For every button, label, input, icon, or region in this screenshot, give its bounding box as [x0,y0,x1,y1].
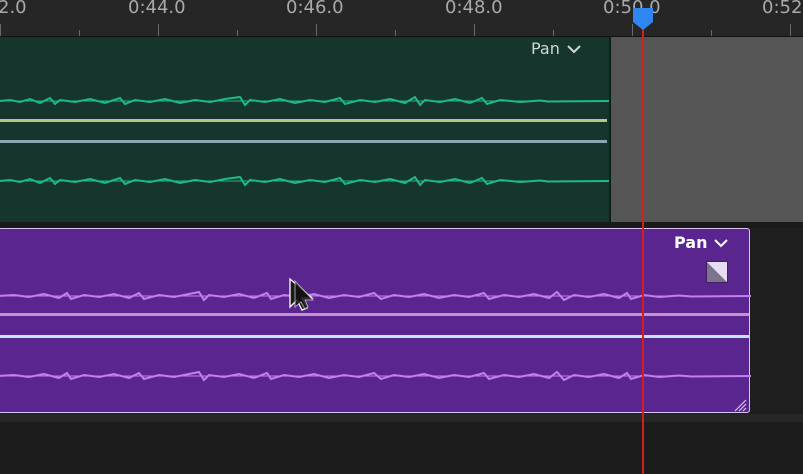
waveform-channel-right [0,175,609,187]
ruler-label-2: 0:44.0 [128,0,186,18]
audio-clip-top[interactable]: Pan [0,37,611,222]
timeline-ruler[interactable]: 2.0 0:44.0 0:46.0 0:48.0 0:50.0 0:52 [0,0,803,37]
audio-clip-bottom[interactable]: Pan [0,228,751,413]
chevron-down-icon [714,238,729,247]
empty-track-region[interactable] [611,37,803,222]
waveform-channel-right [0,370,751,382]
chevron-down-icon [567,44,581,53]
pan-dropdown-top[interactable]: Pan [531,39,582,58]
pan-label: Pan [531,39,560,58]
volume-envelope-line[interactable] [0,313,749,316]
ruler-tick [316,24,317,36]
ruler-tick [237,30,238,36]
pan-dropdown-bottom[interactable]: Pan [674,233,729,252]
volume-envelope-line[interactable] [0,119,607,122]
ruler-tick [79,30,80,36]
ruler-tick [790,24,791,36]
ruler-tick [158,24,159,36]
fade-handle-icon[interactable] [706,261,728,283]
ruler-tick [553,30,554,36]
ruler-tick [395,30,396,36]
ruler-label-1: 2.0 [0,0,27,18]
mouse-cursor-icon [289,277,315,311]
ruler-label-3: 0:46.0 [286,0,344,18]
waveform-channel-left [0,290,751,302]
playhead-line[interactable] [642,18,644,474]
empty-track-lane[interactable] [0,422,803,474]
waveform-channel-left [0,95,609,107]
resize-grip-icon[interactable] [733,398,747,412]
playhead-marker-icon[interactable] [632,7,654,31]
pan-envelope-line[interactable] [0,140,607,143]
track-footer [0,414,803,422]
ruler-tick [0,24,1,36]
ruler-tick [711,30,712,36]
pan-label: Pan [674,233,708,252]
pan-envelope-line[interactable] [0,335,749,338]
ruler-tick [474,24,475,36]
ruler-label-4: 0:48.0 [445,0,503,18]
ruler-label-6: 0:52 [762,0,803,18]
